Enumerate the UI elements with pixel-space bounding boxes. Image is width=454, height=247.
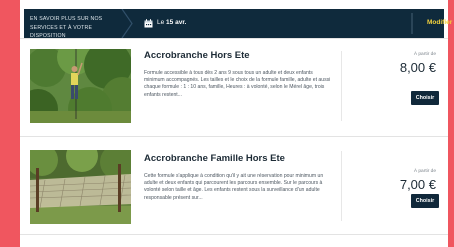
divider xyxy=(341,51,342,121)
divider xyxy=(411,13,413,34)
rope-net-in-forest-photo xyxy=(30,150,131,224)
breadcrumb[interactable]: En savoir plus sur nos services et à vot… xyxy=(30,15,122,41)
choose-button[interactable]: Choisir xyxy=(411,194,439,208)
offer-image[interactable] xyxy=(30,150,131,224)
offer-card: Accrobranche Famille Hors Ete Cette form… xyxy=(20,137,448,233)
selected-date[interactable]: Le 15 avr. xyxy=(157,18,186,28)
man-on-zipline-in-tree-photo xyxy=(30,49,131,123)
from-label: À partir de xyxy=(413,169,436,174)
divider xyxy=(341,151,342,221)
offer-price: 7,00 € xyxy=(399,177,436,192)
offer-title[interactable]: Accrobranche Famille Hors Ete xyxy=(144,153,285,165)
offer-description: Formule accessible à tous dès 2 ans 9 so… xyxy=(144,70,331,98)
divider xyxy=(20,234,448,235)
from-label: À partir de xyxy=(413,52,436,57)
offer-price: 8,00 € xyxy=(399,60,436,75)
chevron-right-icon xyxy=(121,9,133,38)
header-bar: En savoir plus sur nos services et à vot… xyxy=(24,9,452,41)
offer-card: Accrobranche Hors Ete Formule accessible… xyxy=(20,39,448,135)
modify-button[interactable]: Modifier xyxy=(427,18,452,28)
offer-description: Cette formule s'applique à condition qu'… xyxy=(144,173,324,201)
offer-title[interactable]: Accrobranche Hors Ete xyxy=(144,50,250,62)
date-prefix: Le xyxy=(157,19,165,26)
date-value: 15 avr. xyxy=(166,19,187,26)
choose-button[interactable]: Choisir xyxy=(411,91,439,105)
calendar-icon[interactable] xyxy=(144,19,153,28)
offer-image[interactable] xyxy=(30,49,131,123)
